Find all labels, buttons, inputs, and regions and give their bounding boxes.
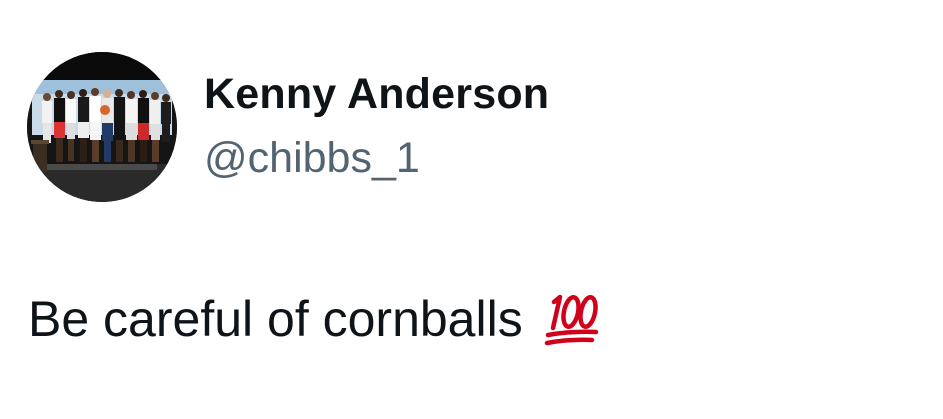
tweet-body: Be careful of cornballs [28, 291, 523, 348]
display-name[interactable]: Kenny Anderson [204, 70, 549, 119]
user-handle[interactable]: @chibbs_1 [204, 134, 420, 183]
hundred-points-icon [543, 288, 601, 348]
tweet-card: Kenny Anderson @chibbs_1 Be careful of c… [0, 0, 943, 419]
tweet-text-row: Be careful of cornballs [28, 290, 601, 350]
avatar[interactable] [27, 52, 177, 202]
avatar-photo [27, 52, 177, 202]
